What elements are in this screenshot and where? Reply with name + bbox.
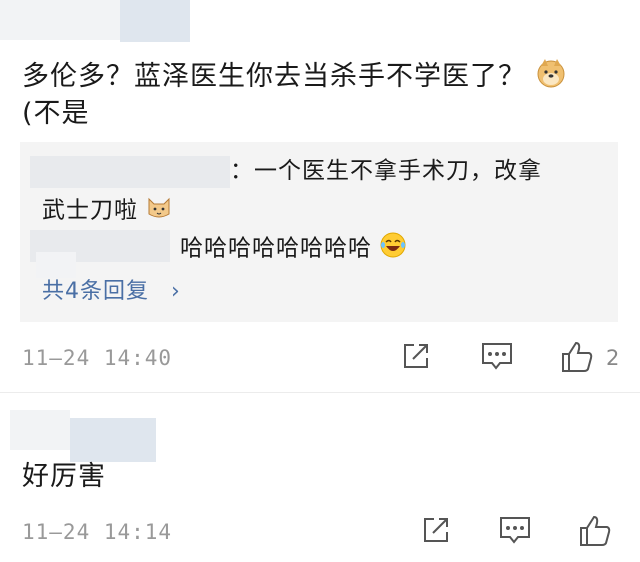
reply-laugh-text: 哈哈哈哈哈哈哈哈 [180, 235, 372, 262]
laughing-tears-emoji-icon [380, 232, 406, 266]
comment-body-2: 好厉害 [22, 461, 106, 492]
comment-icon[interactable] [498, 514, 534, 550]
reply-line-2: 武士刀啦 [42, 194, 172, 228]
comment-meta-row-2: 11—24 14:14 [22, 514, 622, 554]
comment-timestamp: 11—24 14:40 [22, 346, 173, 370]
chevron-right-icon: › [171, 279, 181, 304]
like-icon[interactable] [578, 514, 614, 550]
blurred-reply-username-1 [30, 156, 230, 188]
comment-timestamp-2: 11—24 14:14 [22, 520, 173, 544]
blurred-avatar-1 [120, 0, 190, 42]
blurred-avatar-2 [10, 410, 70, 450]
reply-line-1: ：一个医生不拿手术刀，改拿 [230, 158, 542, 184]
blurred-username-2 [70, 418, 156, 462]
like-count: 2 [606, 346, 620, 370]
cat-emoji-icon [146, 194, 172, 228]
share-icon[interactable] [400, 340, 436, 376]
comment-text-2: 好厉害 [22, 460, 622, 494]
comment-meta-row: 11—24 14:40 2 [22, 340, 622, 380]
doge-emoji-icon [536, 58, 566, 97]
share-icon[interactable] [420, 514, 456, 550]
comment-body: 多伦多？蓝泽医生你去当杀手不学医了？ [22, 61, 526, 92]
reply-line-3: 哈哈哈哈哈哈哈哈 [180, 232, 406, 266]
like-icon[interactable] [560, 340, 596, 376]
reply-line-2-text: 武士刀啦 [42, 197, 138, 224]
more-replies-link[interactable]: 共4条回复 › [42, 273, 181, 305]
divider [0, 392, 640, 393]
reply-box[interactable]: ：一个医生不拿手术刀，改拿 武士刀啦 哈哈哈哈哈哈哈哈 共4条回复 › [20, 142, 618, 322]
more-replies-label: 共4条回复 [42, 279, 149, 304]
blurred-username-1 [0, 0, 120, 40]
comment-body-continued: (不是 [22, 98, 90, 129]
comment-text: 多伦多？蓝泽医生你去当杀手不学医了？ (不是 [22, 58, 622, 131]
comment-icon[interactable] [480, 340, 516, 376]
